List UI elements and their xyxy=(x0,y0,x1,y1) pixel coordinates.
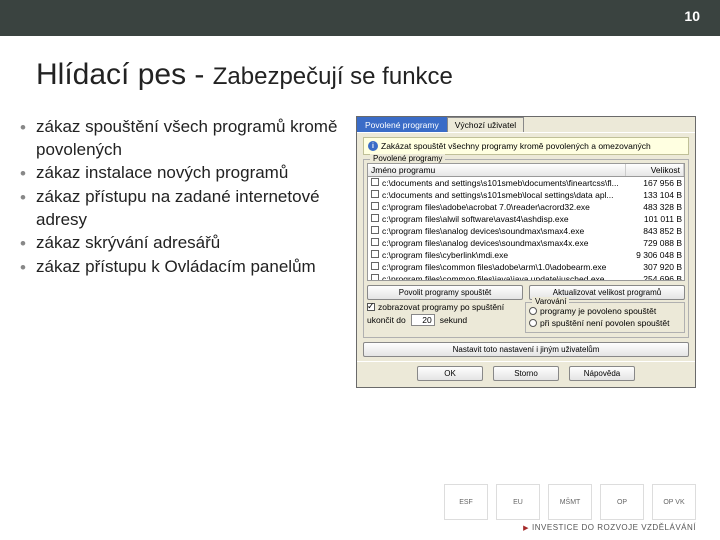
options-left: zobrazovat programy po spuštění ukončit … xyxy=(367,302,519,333)
logo-msmt: MŠMT xyxy=(548,484,592,520)
dialog-window: Povolené programy Výchozí uživatel i Zak… xyxy=(356,116,696,388)
header-band: 10 xyxy=(0,0,720,36)
table-row[interactable]: c:\program files\common files\adobe\arm\… xyxy=(368,261,684,273)
info-icon: i xyxy=(368,141,378,151)
help-button[interactable]: Nápověda xyxy=(569,366,635,381)
allow-button[interactable]: Povolit programy spouštět xyxy=(367,285,523,300)
page-title: Hlídací pes - Zabezpečují se funkce xyxy=(0,36,720,106)
title-main: Hlídací pes xyxy=(36,58,186,91)
apply-to-others-button[interactable]: Nastavit toto nastavení i jiným uživatel… xyxy=(363,342,689,357)
programs-group: Povolené programy Jméno programu Velikos… xyxy=(363,159,689,338)
list-item: •zákaz přístupu k Ovládacím panelům xyxy=(20,256,350,280)
close-in-row: ukončit do 20 sekund xyxy=(367,314,519,326)
title-sub: Zabezpečují se funkce xyxy=(213,63,453,90)
logo-op: OP xyxy=(600,484,644,520)
bullet-icon: • xyxy=(20,162,36,186)
table-row[interactable]: c:\program files\cyberlink\mdi.exe9 306 … xyxy=(368,249,684,261)
title-sep: - xyxy=(186,58,213,91)
triangle-icon: ▶ xyxy=(523,524,529,532)
options-row: zobrazovat programy po spuštění ukončit … xyxy=(367,302,685,333)
logo-row: ESF EU MŠMT OP OP VK xyxy=(0,484,696,520)
row-checkbox[interactable] xyxy=(371,274,379,281)
bullet-list: •zákaz spouštění všech programů kromě po… xyxy=(20,116,350,388)
show-after-check[interactable]: zobrazovat programy po spuštění xyxy=(367,302,519,312)
table-row[interactable]: c:\program files\analog devices\soundmax… xyxy=(368,237,684,249)
slide-number: 10 xyxy=(684,8,700,24)
row-checkbox[interactable] xyxy=(371,178,379,186)
table-row[interactable]: c:\documents and settings\s101smeb\local… xyxy=(368,189,684,201)
radio-not-allowed[interactable]: při spuštění není povolen spouštět xyxy=(529,318,681,328)
dialog-buttons: OK Storno Nápověda xyxy=(357,361,695,387)
bullet-icon: • xyxy=(20,116,36,162)
list-item: •zákaz skrývání adresářů xyxy=(20,232,350,256)
footer: ESF EU MŠMT OP OP VK ▶ INVESTICE DO ROZV… xyxy=(0,484,720,532)
radio-allowed[interactable]: programy je povoleno spouštět xyxy=(529,306,681,316)
bullet-icon: • xyxy=(20,186,36,232)
table-row[interactable]: c:\documents and settings\s101smeb\docum… xyxy=(368,177,684,189)
row-checkbox[interactable] xyxy=(371,202,379,210)
col-name[interactable]: Jméno programu xyxy=(368,164,626,176)
table-row[interactable]: c:\program files\adobe\acrobat 7.0\reade… xyxy=(368,201,684,213)
list-item: •zákaz přístupu na zadané internetové ad… xyxy=(20,186,350,232)
dialog-tabs: Povolené programy Výchozí uživatel xyxy=(357,117,695,133)
logo-opvk: OP VK xyxy=(652,484,696,520)
group-legend: Povolené programy xyxy=(370,154,445,163)
main-area: •zákaz spouštění všech programů kromě po… xyxy=(0,106,720,388)
row-checkbox[interactable] xyxy=(371,238,379,246)
info-text: Zakázat spouštět všechny programy kromě … xyxy=(381,141,651,151)
warning-legend: Varování xyxy=(532,297,569,306)
list-item: •zákaz instalace nových programů xyxy=(20,162,350,186)
radio-icon[interactable] xyxy=(529,319,537,327)
cancel-button[interactable]: Storno xyxy=(493,366,559,381)
list-item: •zákaz spouštění všech programů kromě po… xyxy=(20,116,350,162)
info-banner: i Zakázat spouštět všechny programy krom… xyxy=(363,137,689,155)
group-buttons: Povolit programy spouštět Aktualizovat v… xyxy=(367,285,685,300)
table-row[interactable]: c:\program files\analog devices\soundmax… xyxy=(368,225,684,237)
radio-icon[interactable] xyxy=(529,307,537,315)
logo-eu: EU xyxy=(496,484,540,520)
table-row[interactable]: c:\program files\common files\java\java … xyxy=(368,273,684,281)
row-checkbox[interactable] xyxy=(371,214,379,222)
ok-button[interactable]: OK xyxy=(417,366,483,381)
file-list[interactable]: c:\documents and settings\s101smeb\docum… xyxy=(367,177,685,281)
bullet-icon: • xyxy=(20,232,36,256)
row-checkbox[interactable] xyxy=(371,262,379,270)
table-header: Jméno programu Velikost xyxy=(367,163,685,177)
seconds-input[interactable]: 20 xyxy=(411,314,435,326)
row-checkbox[interactable] xyxy=(371,226,379,234)
logo-esf: ESF xyxy=(444,484,488,520)
footer-caption: ▶ INVESTICE DO ROZVOJE VZDĚLÁVÁNÍ xyxy=(0,523,696,532)
warning-group: Varování programy je povoleno spouštět p… xyxy=(525,302,685,333)
col-size[interactable]: Velikost xyxy=(626,164,684,176)
checkbox-icon[interactable] xyxy=(367,303,375,311)
row-checkbox[interactable] xyxy=(371,190,379,198)
tab-allowed-programs[interactable]: Povolené programy xyxy=(357,117,447,132)
table-row[interactable]: c:\program files\alwil software\avast4\a… xyxy=(368,213,684,225)
bullet-icon: • xyxy=(20,256,36,280)
tab-default-user[interactable]: Výchozí uživatel xyxy=(447,117,524,132)
row-checkbox[interactable] xyxy=(371,250,379,258)
